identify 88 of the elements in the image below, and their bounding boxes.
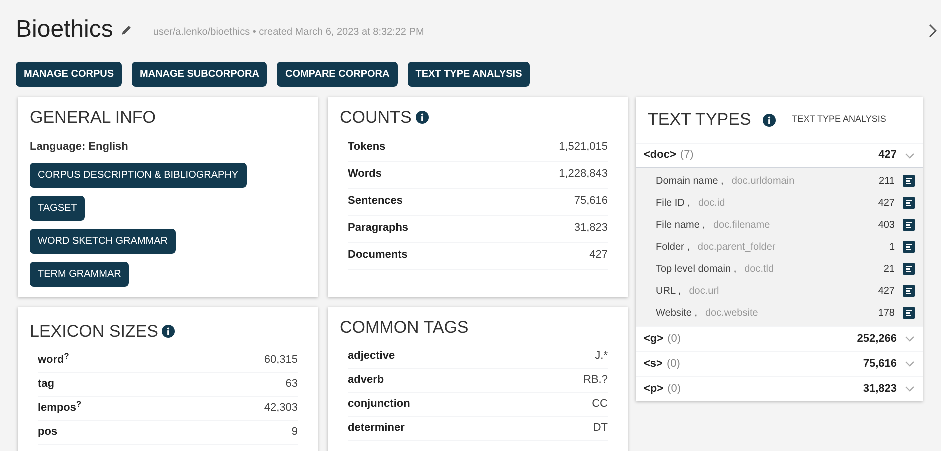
- card-title: LEXICON SIZES: [30, 321, 158, 343]
- row-value: J.*: [595, 348, 608, 364]
- structure-name[interactable]: <s>: [644, 356, 663, 372]
- row-value: 9: [292, 424, 298, 440]
- structure-total: 75,616: [863, 356, 897, 372]
- row-label: adjective: [348, 348, 396, 364]
- attribute-value: 1: [889, 240, 895, 254]
- row-value: CC: [592, 396, 608, 412]
- row-value: 1,521,015: [559, 140, 608, 156]
- text-type-analysis-link[interactable]: TEXT TYPE ANALYSIS: [792, 113, 886, 127]
- attribute-label: Website ,: [656, 306, 698, 320]
- row-label: Tokens: [348, 140, 386, 156]
- row-value: 42,303: [264, 400, 298, 416]
- structure-total: 427: [878, 148, 897, 164]
- list-icon[interactable]: [903, 285, 915, 297]
- attribute-value: 427: [878, 196, 895, 210]
- action-button[interactable]: MANAGE SUBCORPORA: [132, 62, 268, 87]
- action-button[interactable]: TAGSET: [30, 196, 86, 221]
- attribute-value: 403: [878, 218, 895, 232]
- structure-name[interactable]: <p>: [644, 380, 664, 398]
- attribute-name: doc.id: [698, 196, 726, 210]
- info-icon[interactable]: [416, 111, 429, 124]
- list-icon[interactable]: [903, 307, 915, 319]
- row-value: RB.?: [584, 372, 608, 388]
- card-title: TEXT TYPES: [648, 109, 752, 132]
- attribute-label: Domain name ,: [656, 174, 724, 188]
- row-label: determiner: [348, 420, 405, 436]
- row-label: pos: [38, 424, 58, 440]
- row-label: conjunction: [348, 396, 410, 412]
- list-icon[interactable]: [903, 197, 915, 209]
- attribute-name: doc.filename: [713, 218, 770, 232]
- attribute-value: 21: [884, 262, 895, 276]
- attribute-value: 178: [878, 306, 895, 320]
- action-button[interactable]: WORD SKETCH GRAMMAR: [30, 229, 176, 254]
- attribute-value: 427: [878, 284, 895, 298]
- attribute-label: Top level domain ,: [656, 262, 737, 276]
- list-icon[interactable]: [903, 219, 915, 231]
- attribute-name: doc.url: [689, 284, 720, 298]
- card-title: COMMON TAGS: [340, 317, 470, 339]
- row-label: tag: [38, 376, 54, 392]
- action-button[interactable]: TEXT TYPE ANALYSIS: [408, 62, 530, 87]
- card-title: COUNTS: [340, 107, 412, 129]
- language-label: Language: English: [30, 140, 130, 154]
- row-value: 75,616: [574, 194, 608, 210]
- structure-total: 252,266: [857, 332, 897, 347]
- card-title: GENERAL INFO: [30, 107, 157, 129]
- row-value: 1,228,843: [559, 167, 608, 182]
- structure-name[interactable]: <g>: [644, 330, 664, 348]
- info-icon[interactable]: [162, 325, 176, 338]
- structure-count: (0): [668, 332, 682, 347]
- action-button[interactable]: COMPARE CORPORA: [277, 62, 398, 87]
- row-value: 31,823: [574, 221, 608, 236]
- row-value: 63: [286, 376, 298, 392]
- row-value: 427: [590, 248, 608, 264]
- attribute-name: doc.tld: [744, 262, 774, 276]
- list-icon[interactable]: [903, 241, 915, 253]
- structure-count: (0): [668, 382, 682, 397]
- row-label: Words: [348, 167, 382, 182]
- attribute-label: File ID ,: [656, 196, 690, 210]
- action-button[interactable]: MANAGE CORPUS: [16, 62, 122, 87]
- pencil-icon[interactable]: [121, 24, 134, 36]
- attribute-name: doc.website: [706, 306, 758, 320]
- row-label: Documents: [348, 248, 408, 264]
- row-label: Paragraphs: [348, 221, 409, 236]
- info-icon[interactable]: [763, 114, 776, 126]
- list-icon[interactable]: [903, 175, 915, 187]
- corpus-meta: user/a.lenko/bioethics • created March 6, 2023 at 8:32:22 PM: [153, 26, 424, 40]
- chevron-right-icon[interactable]: [929, 24, 937, 38]
- corpus-title: Bioethics: [16, 15, 114, 45]
- attribute-name: doc.parent_folder: [698, 240, 776, 254]
- attribute-name: doc.urldomain: [732, 174, 795, 188]
- row-label: lempos$^{?}$: [38, 400, 82, 416]
- attribute-label: Folder ,: [656, 240, 690, 254]
- attribute-label: URL ,: [656, 284, 682, 298]
- attribute-value: 211: [879, 174, 895, 188]
- row-value: DT: [593, 420, 608, 436]
- list-icon[interactable]: [903, 263, 915, 275]
- row-label: Sentences: [348, 194, 404, 210]
- structure-name[interactable]: <doc>: [644, 147, 676, 164]
- attribute-label: File name ,: [656, 218, 706, 232]
- structure-total: 31,823: [863, 382, 897, 397]
- structure-count: (7): [680, 148, 694, 164]
- action-button[interactable]: CORPUS DESCRIPTION & BIBLIOGRAPHY: [30, 163, 247, 188]
- action-button[interactable]: TERM GRAMMAR: [30, 262, 130, 287]
- row-label: adverb: [348, 372, 384, 388]
- row-label: word$^{?}$: [38, 352, 70, 368]
- structure-count: (0): [666, 356, 680, 372]
- row-value: 60,315: [264, 352, 298, 368]
